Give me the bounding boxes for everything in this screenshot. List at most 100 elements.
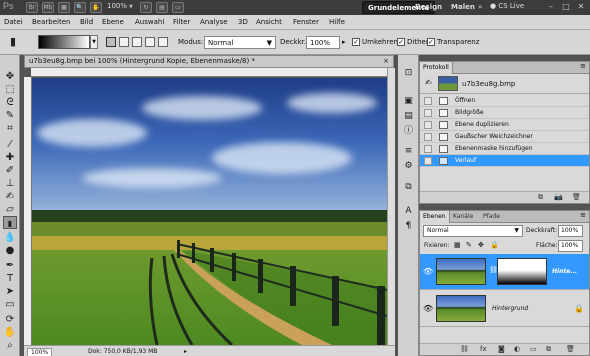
menu-fenster[interactable]: Fenster <box>293 18 319 26</box>
move-tool-icon[interactable]: ✥ <box>3 70 17 83</box>
dodge-tool-icon[interactable]: ● <box>3 244 17 257</box>
blur-tool-icon[interactable]: 💧 <box>3 231 17 244</box>
new-document-from-state-icon[interactable]: ⧉ <box>538 193 543 202</box>
radial-gradient-icon[interactable] <box>119 37 129 47</box>
extras-icon[interactable]: ▦ <box>58 2 70 13</box>
history-source-box[interactable] <box>424 145 432 153</box>
color-panel-icon[interactable]: ▣ <box>402 95 415 108</box>
screen-mode-icon[interactable]: ▭ <box>172 2 184 13</box>
bridge-icon[interactable]: Br <box>26 2 38 13</box>
quick-selection-tool-icon[interactable]: ✎ <box>3 109 17 122</box>
crop-tool-icon[interactable]: ⌗ <box>3 122 17 135</box>
tab-ebenen[interactable]: Ebenen <box>420 211 450 223</box>
angle-gradient-icon[interactable] <box>132 37 142 47</box>
menu-hilfe[interactable]: Hilfe <box>329 18 345 26</box>
history-brush-source-icon[interactable]: ✍ <box>425 78 432 87</box>
shape-tool-icon[interactable]: ▭ <box>3 298 17 311</box>
history-item-selected[interactable]: Verlauf <box>420 155 589 167</box>
tab-pfade[interactable]: Pfade <box>480 211 503 223</box>
rotate-view-icon[interactable]: ↻ <box>140 2 152 13</box>
vertical-scrollbar[interactable] <box>387 68 395 345</box>
close-window-icon[interactable]: ✕ <box>574 1 588 13</box>
layer-name[interactable]: Hinte... <box>552 268 577 275</box>
zoom-tool-icon[interactable]: 🔍 <box>74 2 86 13</box>
add-mask-icon[interactable]: ◙ <box>498 345 505 353</box>
delete-state-icon[interactable]: 🗑 <box>572 193 581 201</box>
more-workspaces-icon[interactable]: » <box>473 1 487 14</box>
pen-tool-icon[interactable]: ✒ <box>3 259 17 272</box>
menu-filter[interactable]: Filter <box>173 18 190 26</box>
history-source-box[interactable] <box>424 133 432 141</box>
hand-tool-icon[interactable]: ✋ <box>3 326 17 339</box>
info-panel-icon[interactable]: ⓘ <box>402 125 415 138</box>
history-item[interactable]: Gaußscher Weichzeichner <box>420 131 589 143</box>
gradient-preview[interactable] <box>38 35 90 49</box>
healing-brush-tool-icon[interactable]: ✚ <box>3 151 17 164</box>
new-snapshot-icon[interactable]: 📷 <box>554 193 563 201</box>
history-brush-tool-icon[interactable]: ✍ <box>3 190 17 203</box>
history-snapshot[interactable]: ✍ u7b3eu8g.bmp <box>420 74 589 94</box>
marquee-tool-icon[interactable]: ⬚ <box>3 83 17 96</box>
menu-bearbeiten[interactable]: Bearbeiten <box>32 18 70 26</box>
lock-position-icon[interactable]: ✥ <box>478 241 484 249</box>
history-source-box[interactable] <box>424 121 432 129</box>
history-item[interactable]: Bildgröße <box>420 107 589 119</box>
layer-visibility-eye-icon[interactable]: 👁 <box>423 267 433 276</box>
lock-pixels-icon[interactable]: ✎ <box>466 241 472 249</box>
menu-analyse[interactable]: Analyse <box>200 18 228 26</box>
cs-live[interactable]: ● CS Live <box>490 2 524 10</box>
layer-name[interactable]: Hintergrund <box>492 305 528 312</box>
status-menu-icon[interactable]: ▸ <box>184 348 187 355</box>
history-source-box[interactable] <box>424 157 432 165</box>
eraser-tool-icon[interactable]: ▱ <box>3 203 17 216</box>
new-group-icon[interactable]: ▭ <box>530 345 537 353</box>
reflected-gradient-icon[interactable] <box>145 37 155 47</box>
opacity-field[interactable]: 100% <box>306 36 340 49</box>
close-document-icon[interactable]: × <box>383 57 389 65</box>
menu-datei[interactable]: Datei <box>4 18 23 26</box>
menu-ansicht[interactable]: Ansicht <box>256 18 282 26</box>
history-item[interactable]: Öffnen <box>420 95 589 107</box>
horizontal-ruler[interactable] <box>31 68 387 77</box>
hand-tool-icon[interactable]: ✋ <box>90 2 102 13</box>
history-item[interactable]: Ebene duplizieren <box>420 119 589 131</box>
layer-visibility-eye-icon[interactable]: 👁 <box>423 304 433 313</box>
blend-mode-select[interactable]: Normal ▼ <box>423 225 523 237</box>
brush-presets-panel-icon[interactable]: ≡ <box>402 145 415 158</box>
history-source-box[interactable] <box>424 109 432 117</box>
document-tab[interactable]: u7b3eu8g.bmp bei 100% (Hintergrund Kopie… <box>24 55 394 68</box>
zoom-level[interactable]: 100% <box>107 2 127 10</box>
swatches-panel-icon[interactable]: ▤ <box>402 110 415 123</box>
clone-source-panel-icon[interactable]: ⧉ <box>402 181 415 194</box>
paragraph-panel-icon[interactable]: ¶ <box>402 220 415 233</box>
tool-presets-panel-icon[interactable]: ⚙ <box>402 160 415 173</box>
minimize-icon[interactable]: – <box>544 1 558 13</box>
maximize-icon[interactable]: □ <box>559 1 573 13</box>
eyedropper-tool-icon[interactable]: ⁄ <box>3 138 17 151</box>
gradient-tool-icon[interactable]: ▮ <box>3 216 17 229</box>
vertical-ruler[interactable] <box>24 77 32 345</box>
dither-checkbox[interactable]: ✓ <box>397 38 405 46</box>
menu-ebene[interactable]: Ebene <box>102 18 124 26</box>
tab-kanaele[interactable]: Kanäle <box>450 211 476 223</box>
workspace-design[interactable]: Design <box>410 1 447 14</box>
path-selection-tool-icon[interactable]: ➤ <box>3 285 17 298</box>
tab-protokoll[interactable]: Protokoll <box>420 62 453 74</box>
clone-stamp-tool-icon[interactable]: ⊥ <box>3 177 17 190</box>
history-item[interactable]: Ebenenmaske hinzufügen <box>420 143 589 155</box>
layer-row-selected[interactable]: 👁 ⛓ Hinte... <box>420 254 589 290</box>
layer-mask-thumbnail[interactable] <box>497 258 547 285</box>
opacity-arrow-icon[interactable]: ▸ <box>342 38 346 46</box>
reverse-checkbox[interactable]: ✓ <box>352 38 360 46</box>
status-zoom[interactable]: 100% <box>27 348 53 356</box>
history-panel-menu-icon[interactable]: ≡ <box>580 62 586 70</box>
link-layers-icon[interactable]: ⛓ <box>460 345 469 353</box>
lock-transparency-icon[interactable]: ▦ <box>454 241 461 249</box>
mini-bridge-icon[interactable]: Mb <box>42 2 54 13</box>
delete-layer-icon[interactable]: 🗑 <box>566 345 575 353</box>
fill-field[interactable]: 100% <box>558 240 583 252</box>
new-layer-icon[interactable]: ⧉ <box>546 345 551 354</box>
type-tool-icon[interactable]: T <box>3 272 17 285</box>
history-source-box[interactable] <box>424 97 432 105</box>
layer-style-icon[interactable]: fx <box>480 345 487 353</box>
